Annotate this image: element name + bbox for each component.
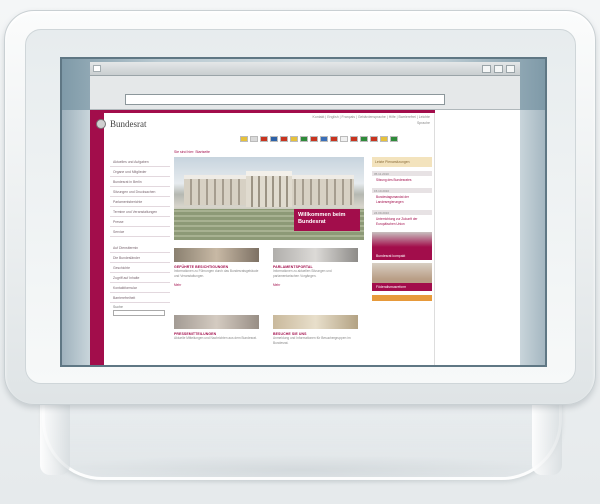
hero-image: Willkommen beim Bundesrat xyxy=(174,157,364,240)
state-flag-icon[interactable] xyxy=(290,136,298,142)
nav-item[interactable]: Bundesrat in Berlin xyxy=(110,179,170,187)
entry-link[interactable]: Unterrichtung zur Zukunft der Europäisch… xyxy=(372,217,432,227)
state-flag-icon[interactable] xyxy=(360,136,368,142)
hero-building-center xyxy=(246,171,292,207)
state-flag-icon[interactable] xyxy=(340,136,348,142)
hero-caption[interactable]: Willkommen beim Bundesrat xyxy=(294,209,360,231)
left-navigation: Aktuelles und Aufgaben Organe und Mitgli… xyxy=(110,159,170,316)
search-label: Suche xyxy=(113,305,123,309)
breadcrumb[interactable]: Sie sind hier: Startseite xyxy=(174,150,210,154)
top-links[interactable]: Kontakt | English | Français | Gebärdens… xyxy=(310,114,430,126)
monitor-stand xyxy=(42,395,562,480)
state-flag-icon[interactable] xyxy=(380,136,388,142)
monitor-scene: Bundesrat Kontakt | English | Français |… xyxy=(0,0,600,504)
teaser-image xyxy=(273,248,358,262)
nav-item[interactable]: Geschichte xyxy=(110,265,170,273)
window-titlebar[interactable] xyxy=(90,62,520,76)
teaser-text: Aktuelle Mitteilungen und Nachrichten au… xyxy=(174,336,257,340)
nav-item[interactable]: Service xyxy=(110,229,170,237)
browser-toolbar xyxy=(90,76,520,110)
teaser-more-link[interactable]: Mehr xyxy=(174,283,259,287)
teaser-image xyxy=(273,315,358,329)
nav-item[interactable]: Presse xyxy=(110,219,170,227)
promo-orange-bar[interactable] xyxy=(372,295,432,301)
minimize-button[interactable] xyxy=(482,65,491,73)
left-accent-bar xyxy=(90,113,104,365)
search-input[interactable] xyxy=(113,310,165,316)
teaser-image xyxy=(174,315,259,329)
address-bar[interactable] xyxy=(125,94,445,105)
maximize-button[interactable] xyxy=(494,65,503,73)
state-flag-icon[interactable] xyxy=(370,136,378,142)
nav-item[interactable]: Parlamentsberichte xyxy=(110,199,170,207)
right-column-header: Letzte Plenarsitzungen xyxy=(372,157,432,167)
teaser[interactable]: PARLAMENTSPORTAL Informationen zu aktuel… xyxy=(273,248,358,287)
window-square-icon xyxy=(93,65,101,72)
nav-item[interactable]: Die Bundesländer xyxy=(110,255,170,263)
desktop-right xyxy=(520,110,545,365)
teaser-more-link[interactable]: Mehr xyxy=(273,283,358,287)
entry-link[interactable]: Bundestagsmandat der Landesregierungen xyxy=(372,195,432,205)
teaser[interactable]: BESUCHE SIE UNS Anmeldung und Informatio… xyxy=(273,315,358,350)
bundesrat-page: Bundesrat Kontakt | English | Français |… xyxy=(90,110,435,365)
top-accent-bar xyxy=(90,110,435,113)
state-flag-icon[interactable] xyxy=(280,136,288,142)
browser-viewport: Bundesrat Kontakt | English | Français |… xyxy=(90,110,520,365)
state-flag-icon[interactable] xyxy=(310,136,318,142)
entry-date: 05.11.2010 xyxy=(372,171,432,176)
entry-date: 24.09.2010 xyxy=(372,210,432,215)
nav-item[interactable]: Sitzungen und Drucksachen xyxy=(110,189,170,197)
state-flag-icon[interactable] xyxy=(390,136,398,142)
nav-item[interactable]: Aktuelles und Aufgaben xyxy=(110,159,170,167)
monitor-screen: Bundesrat Kontakt | English | Français |… xyxy=(60,57,547,367)
state-flag-icon[interactable] xyxy=(270,136,278,142)
teaser[interactable]: GEFÜHRTE BESICHTIGUNGEN Informationen zu… xyxy=(174,248,259,287)
right-column: Letzte Plenarsitzungen 05.11.2010 Sitzun… xyxy=(372,157,432,301)
stand-leg-right xyxy=(532,395,562,475)
close-button[interactable] xyxy=(506,65,515,73)
state-flag-icon[interactable] xyxy=(320,136,328,142)
entry-date: 15.10.2010 xyxy=(372,188,432,193)
entry-link[interactable]: Sitzung des Bundesrates xyxy=(372,178,432,183)
nav-item[interactable]: Kontaktformular xyxy=(110,285,170,293)
nav-item[interactable]: Termine und Veranstaltungen xyxy=(110,209,170,217)
state-flag-icon[interactable] xyxy=(300,136,308,142)
teaser-text: Anmeldung und Informationen für Besucher… xyxy=(273,336,351,345)
nav-item[interactable]: Barrierefreiheit xyxy=(110,295,170,303)
desktop-left xyxy=(62,110,90,365)
teaser[interactable]: PRESSEMITTEILUNGEN Aktuelle Mitteilungen… xyxy=(174,315,259,345)
state-flag-icon[interactable] xyxy=(330,136,338,142)
state-flag-icon[interactable] xyxy=(250,136,258,142)
logo[interactable]: Bundesrat xyxy=(96,118,147,130)
nav-item[interactable]: Auf Diensttermin xyxy=(110,245,170,253)
teaser-image xyxy=(174,248,259,262)
nav-item[interactable]: Zugriff auf Inhalte xyxy=(110,275,170,283)
state-flag-icon[interactable] xyxy=(240,136,248,142)
teaser-text: Informationen zu Führungen durch das Bun… xyxy=(174,269,259,278)
state-flag-icon[interactable] xyxy=(260,136,268,142)
nav-item[interactable]: Organe und Mitglieder xyxy=(110,169,170,177)
promo-image[interactable] xyxy=(372,263,432,283)
promo-image[interactable] xyxy=(372,232,432,252)
state-flag-icon[interactable] xyxy=(350,136,358,142)
promo-label[interactable]: Föderalismusreform xyxy=(372,283,432,291)
logo-text: Bundesrat xyxy=(110,119,147,129)
teaser-text: Informationen zu aktuellen Sitzungen und… xyxy=(273,269,332,278)
stand-leg-left xyxy=(40,395,70,475)
bundesadler-icon xyxy=(96,119,106,129)
state-flags xyxy=(240,136,430,144)
promo-label[interactable]: Bundesrat kompakt xyxy=(372,252,432,260)
